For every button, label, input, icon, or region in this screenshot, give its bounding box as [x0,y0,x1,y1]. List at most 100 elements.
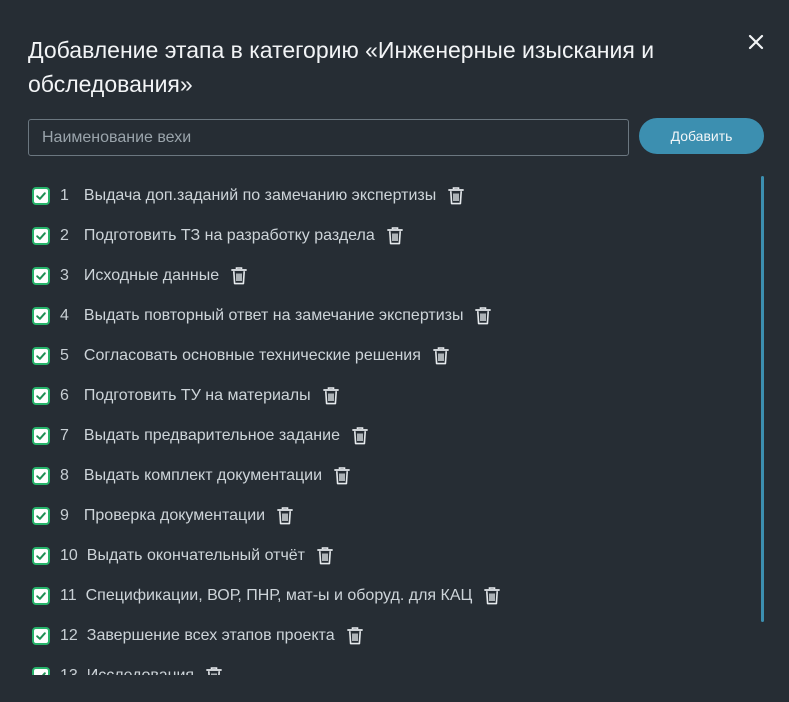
item-number: 2 [60,227,69,244]
trash-icon [484,587,501,605]
list-item: 10 Выдать окончательный отчёт [28,536,768,576]
item-number: 6 [60,387,69,404]
dialog-title: Добавление этапа в категорию «Инженерные… [28,37,655,97]
checkbox[interactable] [32,467,50,485]
delete-button[interactable] [317,547,333,565]
delete-button[interactable] [484,587,501,605]
close-icon [748,34,764,50]
item-label: Выдать повторный ответ на замечание эксп… [83,307,464,324]
delete-button[interactable] [346,627,363,645]
add-button[interactable]: Добавить [639,118,764,154]
trash-icon [317,547,333,565]
milestone-name-field [28,119,629,156]
item-number: 1 [60,187,69,204]
check-icon [36,232,46,240]
trash-icon [433,347,449,365]
list-item: 4 Выдать повторный ответ на замечание экс… [28,296,768,336]
delete-button[interactable] [322,387,339,405]
item-label: Исследования [87,667,194,675]
check-icon [36,552,46,560]
item-number: 3 [60,267,69,284]
item-label: Завершение всех этапов проекта [86,627,335,644]
check-icon [36,592,46,600]
list-item: 6 Подготовить ТУ на материалы [28,376,768,416]
item-number: 9 [60,507,69,524]
check-icon [36,192,46,200]
list-item: 8 Выдать комплект документации [28,456,768,496]
trash-icon [231,267,247,285]
trash-icon [448,187,465,205]
checkbox[interactable] [32,547,50,565]
item-number: 5 [60,347,69,364]
item-label: Исходные данные [83,267,220,284]
list-item: 13 Исследования [28,656,768,675]
item-number: 8 [60,467,69,484]
delete-button[interactable] [475,307,492,325]
milestone-name-input[interactable] [29,120,628,155]
checkbox[interactable] [32,387,50,405]
delete-button[interactable] [433,347,449,365]
list-item: 2 Подготовить ТЗ на разработку раздела [28,216,768,256]
add-stage-dialog: Добавление этапа в категорию «Инженерные… [0,0,789,702]
item-label: Выдать предварительное задание [83,427,340,444]
close-button[interactable] [744,30,768,54]
item-label: Согласовать основные технические решения [83,347,421,364]
checkbox[interactable] [32,627,50,645]
item-label: Подготовить ТУ на материалы [83,387,311,404]
check-icon [36,352,46,360]
checkbox[interactable] [32,667,50,675]
checkbox[interactable] [32,427,50,445]
scrollbar[interactable] [761,176,764,622]
trash-icon [334,467,350,485]
trash-icon [475,307,492,325]
check-icon [36,312,46,320]
item-label: Выдача доп.заданий по замечанию эксперти… [83,187,437,204]
list-item: 3 Исходные данные [28,256,768,296]
check-icon [36,392,46,400]
checkbox[interactable] [32,307,50,325]
checkbox[interactable] [32,587,50,605]
check-icon [36,432,46,440]
check-icon [36,632,46,640]
list-item: 11 Спецификации, ВОР, ПНР, мат-ы и оборуд… [28,576,768,616]
item-label: Выдать комплект документации [83,467,323,484]
delete-button[interactable] [277,507,293,525]
trash-icon [322,387,339,405]
list-item: 12 Завершение всех этапов проекта [28,616,768,656]
item-number: 13 [60,667,78,675]
delete-button[interactable] [386,227,403,245]
milestone-list[interactable]: 1 Выдача доп.заданий по замечанию эксперт… [28,176,768,675]
check-icon [41,672,46,675]
delete-button[interactable] [206,667,222,675]
trash-icon [352,427,368,445]
checkbox[interactable] [32,347,50,365]
item-number: 11 [60,587,77,604]
list-item: 1 Выдача доп.заданий по замечанию эксперт… [28,176,768,216]
list-item: 7 Выдать предварительное задание [28,416,768,456]
trash-icon [386,227,403,245]
delete-button[interactable] [231,267,247,285]
list-item: 9 Проверка документации [28,496,768,536]
check-icon [36,472,46,480]
item-label: Подготовить ТЗ на разработку раздела [83,227,375,244]
trash-icon [346,627,363,645]
checkbox[interactable] [32,507,50,525]
list-item: 5 Согласовать основные технические решени… [28,336,768,376]
item-number: 10 [60,547,78,564]
item-label: Выдать окончательный отчёт [86,547,305,564]
trash-icon [277,507,293,525]
check-icon [36,272,46,280]
trash-icon [206,667,222,675]
item-number: 12 [60,627,78,644]
check-icon [36,512,46,520]
item-label: Проверка документации [83,507,266,524]
item-number: 7 [60,427,69,444]
delete-button[interactable] [334,467,350,485]
checkbox[interactable] [32,267,50,285]
delete-button[interactable] [448,187,465,205]
checkbox[interactable] [32,227,50,245]
item-label: Спецификации, ВОР, ПНР, мат-ы и оборуд. … [85,587,473,604]
checkbox[interactable] [32,187,50,205]
item-number: 4 [60,307,69,324]
delete-button[interactable] [352,427,368,445]
